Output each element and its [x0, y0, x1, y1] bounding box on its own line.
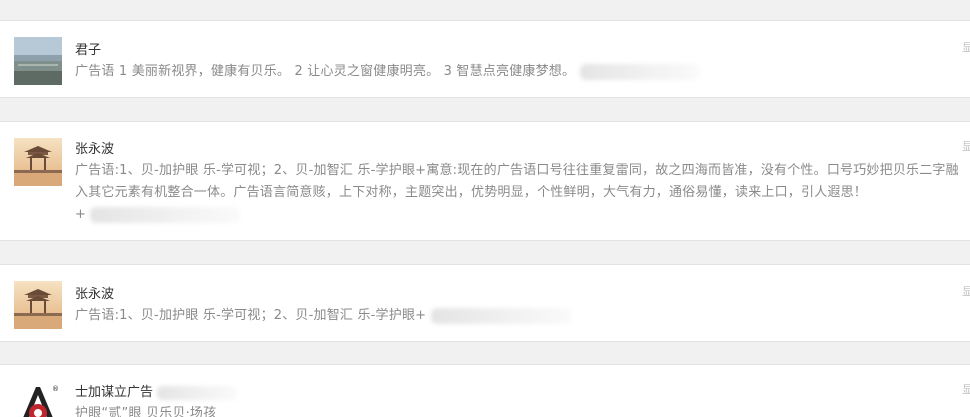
redacted-text: [579, 63, 700, 80]
show-more-link[interactable]: 显: [962, 283, 970, 299]
avatar[interactable]: [14, 281, 62, 329]
comment-feed: 君子 广告语 1 美丽新视界，健康有贝乐。 2 让心灵之窗健康明亮。 3 智慧点…: [0, 0, 970, 417]
comment-body: 广告语:1、贝-加护眼 乐-学可视；2、贝-加智汇 乐-学护眼+寓意:现在的广告…: [75, 163, 959, 200]
redacted-text: [157, 385, 238, 400]
comment-item: 张永波 广告语:1、贝-加护眼 乐-学可视；2、贝-加智汇 乐-学护眼+寓意:现…: [0, 121, 970, 241]
avatar[interactable]: ®: [14, 379, 62, 417]
comment-text: 广告语:1、贝-加护眼 乐-学可视；2、贝-加智汇 乐-学护眼+: [75, 305, 965, 327]
username-text: 士加谋立广告: [75, 385, 154, 400]
comment-body: 广告语:1、贝-加护眼 乐-学可视；2、贝-加智汇 乐-学护眼+: [75, 308, 427, 323]
comment-text: 广告语 1 美丽新视界，健康有贝乐。 2 让心灵之窗健康明亮。 3 智慧点亮健康…: [75, 61, 965, 83]
redacted-text: [430, 307, 571, 324]
avatar[interactable]: [14, 37, 62, 85]
comment-item: ® 士加谋立广告 护眼“贰”眼 贝乐贝·场孩 显: [0, 364, 970, 417]
username[interactable]: 士加谋立广告: [75, 381, 238, 400]
comment-text: 护眼“贰”眼 贝乐贝·场孩: [75, 406, 217, 417]
avatar[interactable]: [14, 138, 62, 186]
username[interactable]: 张永波: [75, 138, 114, 157]
comment-item: 君子 广告语 1 美丽新视界，健康有贝乐。 2 让心灵之窗健康明亮。 3 智慧点…: [0, 20, 970, 98]
comment-item: 张永波 广告语:1、贝-加护眼 乐-学可视；2、贝-加智汇 乐-学护眼+ 显: [0, 264, 970, 342]
pavilion-photo-icon: [14, 281, 62, 329]
comment-text: 广告语:1、贝-加护眼 乐-学可视；2、贝-加智汇 乐-学护眼+寓意:现在的广告…: [75, 160, 965, 226]
pavilion-photo-icon: [14, 138, 62, 186]
comment-body: 广告语 1 美丽新视界，健康有贝乐。 2 让心灵之窗健康明亮。 3 智慧点亮健康…: [75, 64, 576, 79]
username[interactable]: 君子: [75, 39, 101, 58]
redacted-text: [90, 206, 241, 223]
svg-text:®: ®: [52, 385, 59, 393]
comment-body-continuation: +: [75, 207, 87, 222]
landscape-photo-icon: [14, 37, 62, 85]
show-more-link[interactable]: 显: [962, 138, 970, 154]
username[interactable]: 张永波: [75, 283, 114, 302]
brand-logo-icon: ®: [23, 385, 59, 417]
show-more-link[interactable]: 显: [962, 381, 970, 397]
show-more-link[interactable]: 显: [962, 39, 970, 55]
